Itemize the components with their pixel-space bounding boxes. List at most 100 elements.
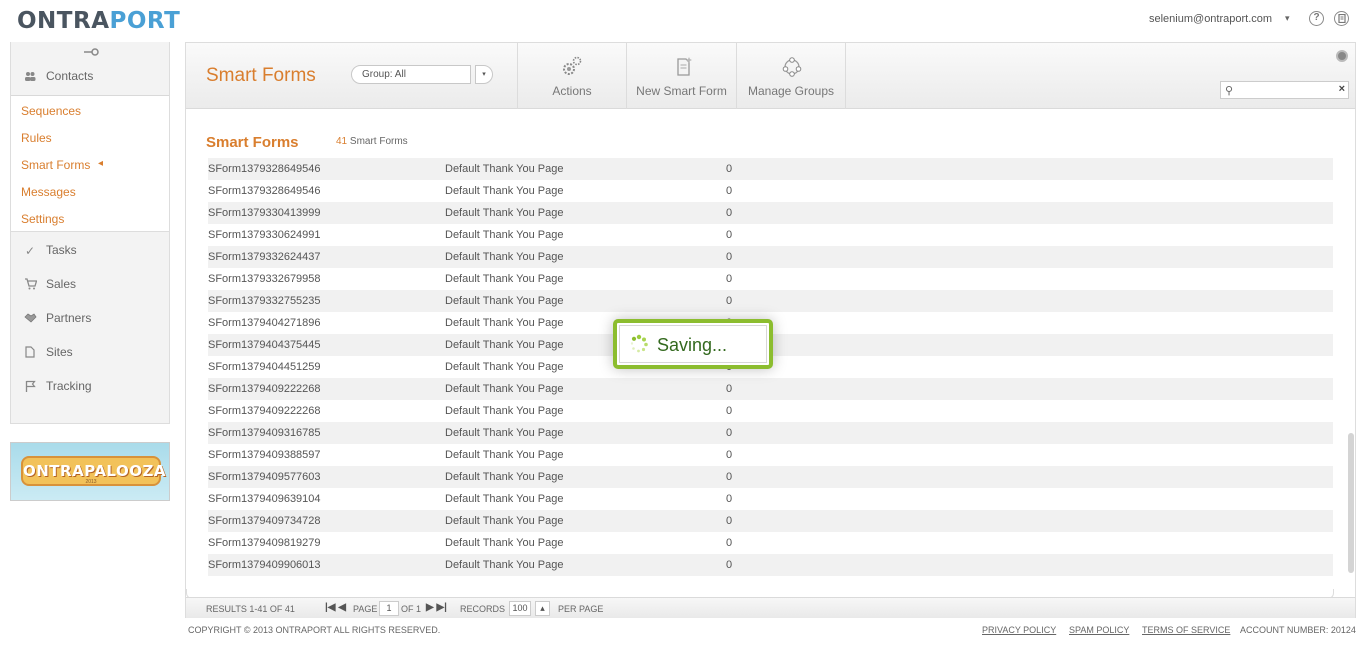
results-summary: RESULTS 1-41 OF 41 [206, 604, 295, 614]
account-number: ACCOUNT NUMBER: 20124 [1240, 625, 1356, 635]
form-name-cell: SForm1379332679958 [208, 273, 321, 285]
group-dropdown-button[interactable]: ▾ [475, 65, 493, 84]
table-row[interactable]: SForm1379330624991 Default Thank You Page… [208, 224, 1333, 246]
count-cell: 0 [726, 273, 733, 285]
ontrapalooza-banner[interactable]: ONTRAPALOOZA 2013 [10, 442, 170, 501]
thank-you-page-cell: Default Thank You Page [445, 185, 564, 197]
contacts-icon [23, 70, 37, 84]
top-header: ONTRAPORT selenium@ontraport.com ▾ ? [0, 0, 1366, 42]
sidebar-item-partners[interactable]: Partners [11, 304, 169, 334]
search-input[interactable]: ⚲ × [1220, 81, 1349, 99]
promo-title: ONTRAPALOOZA [23, 462, 166, 480]
terms-of-service-link[interactable]: TERMS OF SERVICE [1142, 625, 1230, 635]
document-icon[interactable] [1334, 11, 1349, 26]
thank-you-page-cell: Default Thank You Page [445, 295, 564, 307]
actions-button[interactable]: Actions [517, 43, 626, 109]
form-name-cell: SForm1379332624437 [208, 251, 321, 263]
sidebar-item-tasks[interactable]: ✓ Tasks [11, 236, 169, 266]
sidebar-item-label: Tasks [46, 243, 77, 257]
user-email-menu[interactable]: selenium@ontraport.com [1149, 13, 1272, 25]
groups-icon [780, 55, 804, 79]
sidebar-item-sequences[interactable]: Sequences [21, 104, 81, 118]
ontraport-logo[interactable]: ONTRAPORT [17, 8, 180, 34]
form-name-cell: SForm1379332755235 [208, 295, 321, 307]
thank-you-page-cell: Default Thank You Page [445, 559, 564, 571]
thank-you-page-cell: Default Thank You Page [445, 405, 564, 417]
gears-icon [560, 55, 584, 79]
table-row[interactable]: SForm1379409316785 Default Thank You Page… [208, 422, 1333, 444]
table-row[interactable]: SForm1379409222268 Default Thank You Page… [208, 378, 1333, 400]
table-row[interactable]: SForm1379409819279 Default Thank You Page… [208, 532, 1333, 554]
privacy-policy-link[interactable]: PRIVACY POLICY [982, 625, 1056, 635]
thank-you-page-cell: Default Thank You Page [445, 251, 564, 263]
clear-search-icon[interactable]: × [1339, 83, 1345, 95]
page-input[interactable]: 1 [379, 601, 399, 616]
sidebar-item-contacts[interactable]: Contacts [11, 62, 169, 96]
pagination-bar: RESULTS 1-41 OF 41 |◀ ◀ PAGE 1 OF 1 ▶ ▶|… [186, 597, 1355, 618]
new-smart-form-label: New Smart Form [636, 84, 727, 98]
chevron-down-icon[interactable]: ▾ [1285, 13, 1290, 24]
table-row[interactable]: SForm1379332755235 Default Thank You Page… [208, 290, 1333, 312]
form-name-cell: SForm1379409577603 [208, 471, 321, 483]
check-icon: ✓ [24, 244, 36, 258]
table-row[interactable]: SForm1379332624437 Default Thank You Page… [208, 246, 1333, 268]
sidebar-item-sales[interactable]: Sales [11, 270, 169, 300]
sidebar-item-label: Tracking [46, 379, 92, 393]
count-cell: 0 [726, 383, 733, 395]
form-name-cell: SForm1379404271896 [208, 317, 321, 329]
page-of-label: OF 1 [401, 604, 422, 614]
sidebar-item-rules[interactable]: Rules [21, 131, 52, 145]
count-cell: 0 [726, 295, 733, 307]
count-cell: 0 [726, 427, 733, 439]
thank-you-page-cell: Default Thank You Page [445, 361, 564, 373]
table-row[interactable]: SForm1379328649546 Default Thank You Page… [208, 180, 1333, 202]
table-row[interactable]: SForm1379409906013 Default Thank You Page… [208, 554, 1333, 576]
saving-dialog: Saving... [613, 319, 773, 369]
new-form-icon [671, 55, 695, 79]
sidebar-item-messages[interactable]: Messages [21, 185, 76, 199]
page-icon [23, 346, 37, 360]
handshake-icon [23, 312, 37, 326]
thank-you-page-cell: Default Thank You Page [445, 383, 564, 395]
table-row[interactable]: SForm1379328649546 Default Thank You Page… [208, 158, 1333, 180]
table-row[interactable]: SForm1379409639104 Default Thank You Page… [208, 488, 1333, 510]
form-name-cell: SForm1379409222268 [208, 383, 321, 395]
toolbar: Smart Forms Group: All ▾ Actions New Sma… [186, 43, 1355, 109]
pin-handle-icon[interactable] [83, 47, 99, 56]
table-row[interactable]: SForm1379330413999 Default Thank You Page… [208, 202, 1333, 224]
count-cell: 0 [726, 229, 733, 241]
sidebar-item-label: Sales [46, 277, 77, 291]
table-row[interactable]: SForm1379332679958 Default Thank You Page… [208, 268, 1333, 290]
form-name-cell: SForm1379409639104 [208, 493, 321, 505]
actions-label: Actions [552, 84, 592, 98]
settings-icon[interactable] [1336, 50, 1348, 62]
table-row[interactable]: SForm1379409222268 Default Thank You Page… [208, 400, 1333, 422]
records-per-page-input[interactable]: 100 [509, 601, 531, 616]
sidebar-item-tracking[interactable]: Tracking [11, 372, 169, 402]
form-name-cell: SForm1379330413999 [208, 207, 321, 219]
saving-dialog-inner: Saving... [619, 325, 767, 363]
thank-you-page-cell: Default Thank You Page [445, 229, 564, 241]
manage-groups-button[interactable]: Manage Groups [736, 43, 846, 109]
group-select[interactable]: Group: All [351, 65, 471, 84]
count-cell: 0 [726, 515, 733, 527]
sidebar-item-label: Sites [46, 345, 73, 359]
scrollbar[interactable] [1348, 433, 1354, 573]
records-dropdown-button[interactable]: ▴ [535, 601, 550, 616]
table-row[interactable]: SForm1379409577603 Default Thank You Page… [208, 466, 1333, 488]
form-name-cell: SForm1379409734728 [208, 515, 321, 527]
next-last-page-icon[interactable]: ▶ ▶| [426, 602, 447, 613]
table-row[interactable]: SForm1379409388597 Default Thank You Page… [208, 444, 1333, 466]
new-smart-form-button[interactable]: New Smart Form [626, 43, 736, 109]
first-prev-page-icon[interactable]: |◀ ◀ [325, 602, 346, 613]
sidebar-item-settings[interactable]: Settings [21, 212, 64, 226]
spam-policy-link[interactable]: SPAM POLICY [1069, 625, 1129, 635]
contacts-submenu: Sequences Rules Smart Forms ◂ Messages S… [11, 96, 169, 232]
sidebar-item-sites[interactable]: Sites [11, 338, 169, 368]
form-name-cell: SForm1379409222268 [208, 405, 321, 417]
logo-text-dark: ONTRA [17, 8, 110, 34]
table-row[interactable]: SForm1379409734728 Default Thank You Page… [208, 510, 1333, 532]
sidebar-item-smart-forms[interactable]: Smart Forms [21, 158, 90, 172]
form-name-cell: SForm1379404451259 [208, 361, 321, 373]
help-icon[interactable]: ? [1309, 11, 1324, 26]
